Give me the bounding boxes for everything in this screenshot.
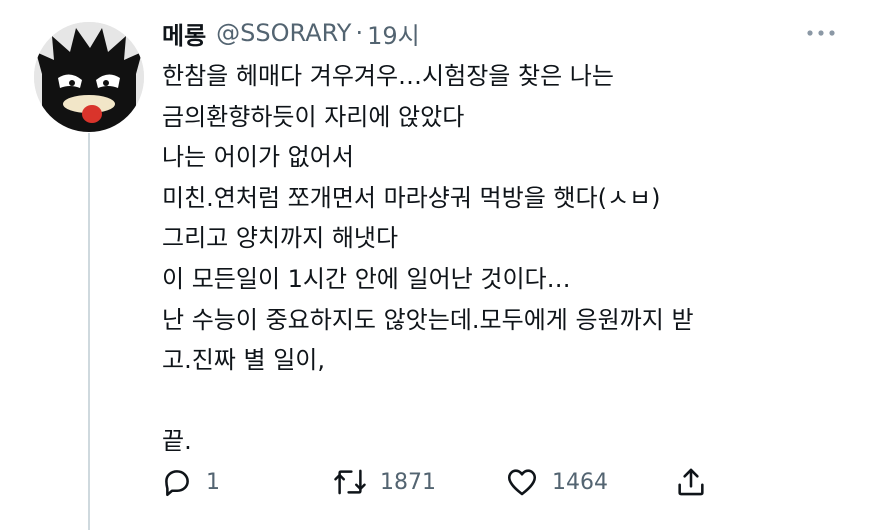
badtz-maru-avatar bbox=[34, 22, 144, 132]
tweet-timestamp[interactable]: 19시 bbox=[367, 16, 420, 51]
more-horizontal-icon bbox=[807, 30, 835, 36]
retweet-icon bbox=[334, 469, 366, 495]
reply-count: 1 bbox=[206, 469, 220, 495]
tweet-text-line: 고.진짜 별 일이, bbox=[162, 346, 325, 375]
heart-icon bbox=[507, 469, 537, 496]
tweet-header: 메롱 @SSORARY · 19시 bbox=[162, 14, 420, 52]
tweet-text-line: 미친.연처럼 쪼개면서 마라샹궈 먹방을 햇다(ㅅㅂ) bbox=[162, 183, 661, 212]
reply-icon bbox=[165, 470, 189, 497]
tweet-text-line: 끝. bbox=[162, 427, 192, 456]
tweet-text-line: 이 모든일이 1시간 안에 일어난 것이다… bbox=[162, 264, 571, 293]
tweet-text-line bbox=[162, 381, 842, 422]
tweet-text-line: 금의환향하듯이 자리에 앉았다 bbox=[162, 102, 465, 131]
user-handle[interactable]: @SSORARY bbox=[216, 19, 351, 47]
tweet-text: 한참을 헤매다 겨우겨우…시험장을 찾은 나는 금의환향하듯이 자리에 앉았다 … bbox=[162, 56, 842, 462]
tweet-text-line: 난 수능이 중요하지도 않앗는데.모두에게 응원까지 받 bbox=[162, 305, 694, 334]
separator-dot: · bbox=[355, 19, 364, 47]
tweet-text-line: 나는 어이가 없어서 bbox=[162, 143, 354, 172]
like-count: 1464 bbox=[552, 469, 608, 495]
tweet-actions: 1 1871 1464 bbox=[160, 462, 720, 502]
share-icon bbox=[678, 468, 704, 496]
tweet-text-line: 한참을 헤매다 겨우겨우…시험장을 찾은 나는 bbox=[162, 62, 614, 90]
like-button[interactable]: 1464 bbox=[504, 462, 608, 502]
thread-line bbox=[88, 133, 90, 530]
avatar[interactable] bbox=[34, 22, 144, 132]
display-name[interactable]: 메롱 bbox=[162, 16, 206, 51]
share-button[interactable] bbox=[674, 462, 708, 502]
retweet-button[interactable]: 1871 bbox=[332, 462, 436, 502]
retweet-count: 1871 bbox=[380, 469, 436, 495]
reply-button[interactable]: 1 bbox=[160, 462, 220, 502]
tweet-text-line: 그리고 양치까지 해냇다 bbox=[162, 224, 399, 253]
more-options-button[interactable] bbox=[803, 20, 839, 46]
